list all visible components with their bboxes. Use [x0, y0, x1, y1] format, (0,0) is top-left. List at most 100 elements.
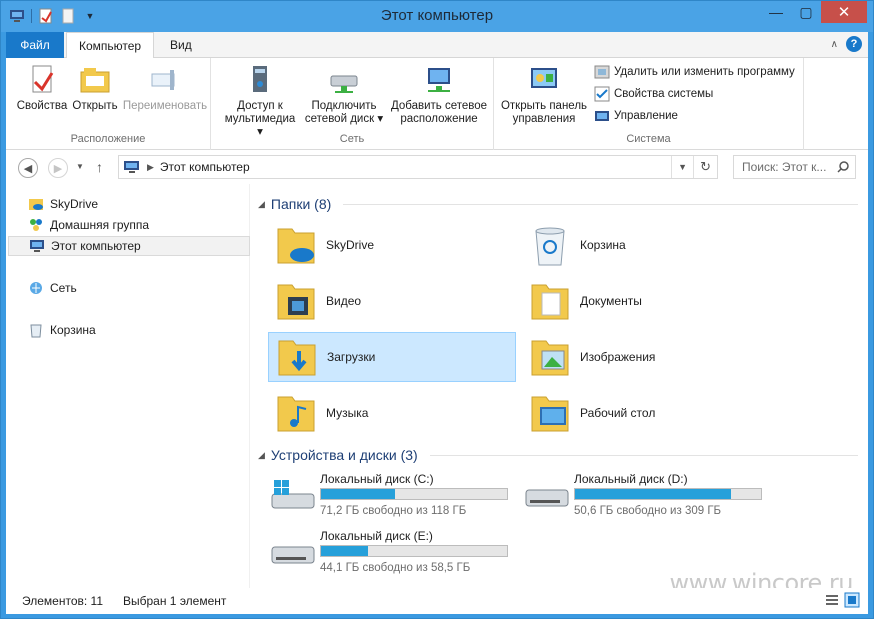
folder-documents[interactable]: Документы — [522, 276, 770, 326]
open-button[interactable]: Открыть — [68, 64, 122, 113]
tab-computer[interactable]: Компьютер — [66, 32, 155, 59]
details-view-icon[interactable] — [824, 592, 840, 608]
drive-d[interactable]: Локальный диск (D:) 50,6 ГБ свободно из … — [524, 472, 774, 522]
navigation-pane: SkyDrive Домашняя группа Этот компьютер … — [6, 184, 250, 588]
folder-label: Музыка — [326, 406, 369, 420]
manage-button[interactable]: Управление — [594, 108, 678, 124]
address-path[interactable]: Этот компьютер — [160, 160, 250, 174]
skydrive-folder-icon — [29, 199, 43, 210]
collapse-icon[interactable]: ◢ — [258, 199, 265, 210]
address-dropdown-icon[interactable]: ▼ — [672, 162, 693, 172]
control-panel-label-2: управления — [512, 113, 576, 125]
uninstall-label: Удалить или изменить программу — [614, 66, 795, 78]
refresh-icon[interactable]: ↻ — [694, 159, 717, 175]
add-network-location-icon — [428, 68, 450, 92]
tab-file[interactable]: Файл — [6, 32, 64, 58]
media-access-button[interactable]: Доступ к мультимедиа ▾ — [223, 64, 297, 139]
open-folder-icon — [80, 68, 110, 93]
tab-view[interactable]: Вид — [158, 32, 204, 58]
help-icon[interactable]: ? — [846, 36, 862, 52]
search-icon[interactable] — [837, 161, 849, 173]
system-properties-button[interactable]: Свойства системы — [594, 86, 713, 102]
drive-free-space: 44,1 ГБ свободно из 58,5 ГБ — [320, 562, 471, 574]
recent-locations-icon[interactable]: ▼ — [76, 162, 84, 171]
control-panel-button[interactable]: Открыть панель управления — [496, 64, 592, 126]
folder-label: Загрузки — [327, 350, 376, 364]
folder-skydrive[interactable]: SkyDrive — [268, 220, 516, 270]
drive-c[interactable]: Локальный диск (C:) 71,2 ГБ свободно из … — [270, 472, 520, 522]
sidebar-item-label: Корзина — [50, 323, 96, 337]
close-button[interactable]: ✕ — [821, 1, 867, 23]
windows-drive-icon — [271, 480, 315, 509]
sidebar-item-homegroup[interactable]: Домашняя группа — [8, 215, 250, 235]
item-count: Элементов: 11 — [22, 594, 103, 608]
address-zone: ◀ ▶ ▼ ↑ ▶ Этот компьютер ▼ ↻ Поиск: Этот… — [6, 150, 868, 184]
manage-icon — [595, 111, 609, 121]
folder-music[interactable]: Музыка — [268, 388, 516, 438]
search-input[interactable]: Поиск: Этот к... — [733, 155, 856, 179]
up-button[interactable]: ↑ — [96, 159, 103, 175]
folder-downloads[interactable]: Загрузки — [268, 332, 516, 382]
sidebar-item-skydrive[interactable]: SkyDrive — [8, 194, 250, 214]
folder-label: Изображения — [580, 350, 656, 364]
group-network-label: Сеть — [339, 133, 365, 145]
map-drive-button[interactable]: Подключить сетевой диск ▾ — [303, 64, 385, 126]
hard-drive-icon — [271, 546, 315, 564]
media-access-label-1: Доступ к — [237, 100, 283, 112]
back-button[interactable]: ◀ — [18, 158, 38, 178]
properties-label: Свойства — [16, 100, 68, 112]
drive-free-space: 71,2 ГБ свободно из 118 ГБ — [320, 505, 467, 517]
sidebar-item-this-pc[interactable]: Этот компьютер — [8, 236, 250, 256]
sidebar-item-label: SkyDrive — [50, 197, 99, 211]
breadcrumb-chevron-icon[interactable]: ▶ — [147, 162, 154, 173]
drive-usage-bar — [574, 488, 762, 500]
folder-desktop[interactable]: Рабочий стол — [522, 388, 770, 438]
folder-pictures[interactable]: Изображения — [522, 332, 770, 382]
properties-button[interactable]: Свойства — [14, 64, 70, 113]
drive-usage-fill — [321, 546, 368, 556]
content-pane: ◢ Папки (8) SkyDrive Корзина Видео Докум… — [258, 184, 866, 588]
group-system: Открыть панель управления Удалить или из… — [494, 58, 804, 150]
folder-recycle-bin[interactable]: Корзина — [522, 220, 770, 270]
folder-label: Рабочий стол — [580, 406, 656, 420]
sidebar-item-recycle-bin[interactable]: Корзина — [8, 320, 250, 340]
add-network-location-button[interactable]: Добавить сетевое расположение — [389, 64, 489, 126]
drives-section-header[interactable]: ◢ Устройства и диски (3) — [258, 447, 858, 463]
group-location: Свойства Открыть Переименовать Расположе… — [6, 58, 211, 150]
computer-icon — [124, 161, 139, 173]
hard-drive-icon — [525, 489, 569, 507]
network-drive-icon — [330, 75, 358, 93]
open-label: Открыть — [72, 100, 118, 112]
drive-label: Локальный диск (E:) — [320, 529, 433, 543]
status-bar: Элементов: 11 Выбран 1 элемент — [6, 588, 868, 614]
window-title: Этот компьютер — [380, 7, 494, 24]
maximize-button[interactable]: ▢ — [791, 1, 821, 23]
desktop-folder-icon — [531, 396, 569, 432]
add-location-label-1: Добавить сетевое — [390, 100, 488, 112]
forward-button[interactable]: ▶ — [48, 158, 68, 178]
documents-folder-icon — [531, 284, 569, 320]
rename-button[interactable]: Переименовать — [120, 64, 210, 113]
minimize-button[interactable]: — — [761, 1, 791, 23]
drive-usage-fill — [575, 489, 732, 499]
folder-videos[interactable]: Видео — [268, 276, 516, 326]
uninstall-program-button[interactable]: Удалить или изменить программу — [594, 64, 795, 80]
drive-free-space: 50,6 ГБ свободно из 309 ГБ — [574, 505, 722, 517]
recycle-bin-icon — [30, 324, 42, 338]
collapse-icon[interactable]: ◢ — [258, 450, 265, 461]
ribbon-collapse-icon[interactable]: ∧ — [831, 39, 838, 50]
sidebar-item-network[interactable]: Сеть — [8, 278, 250, 298]
ribbon: Свойства Открыть Переименовать Расположе… — [6, 58, 868, 150]
ribbon-tabs: Файл Компьютер Вид ∧ ? — [6, 32, 868, 59]
videos-folder-icon — [277, 284, 315, 320]
drive-e[interactable]: Локальный диск (E:) 44,1 ГБ свободно из … — [270, 529, 520, 579]
uninstall-icon — [594, 65, 610, 79]
drive-label: Локальный диск (D:) — [574, 472, 688, 486]
rename-icon — [151, 70, 175, 90]
recycle-bin-icon — [535, 227, 565, 266]
large-icons-view-icon[interactable] — [844, 592, 860, 608]
folders-section-header[interactable]: ◢ Папки (8) — [258, 196, 858, 212]
address-bar[interactable]: ▶ Этот компьютер ▼ ↻ — [118, 155, 718, 179]
ribbon-right-controls: ∧ ? — [831, 36, 862, 52]
drives-header-label: Устройства и диски (3) — [270, 447, 418, 463]
